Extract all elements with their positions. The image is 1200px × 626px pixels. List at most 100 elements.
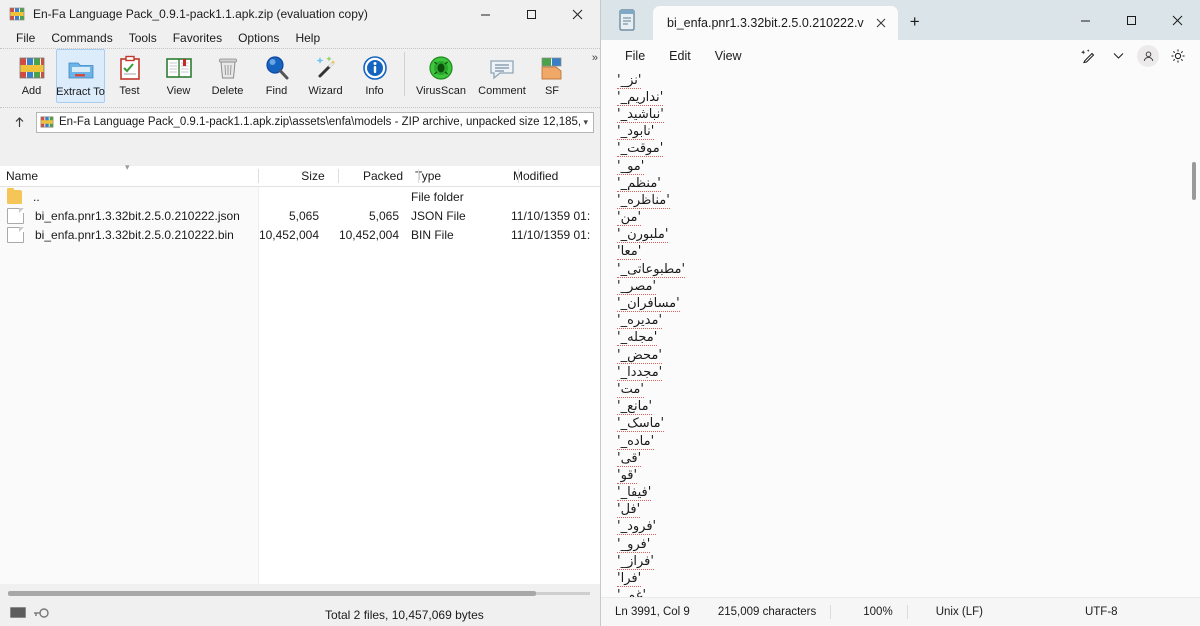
toolbar-wizard-button[interactable]: Wizard	[301, 49, 350, 103]
horizontal-scrollbar[interactable]	[8, 588, 590, 599]
close-icon[interactable]	[868, 11, 894, 35]
zoom-level[interactable]: 100%	[831, 606, 906, 618]
settings-gear-icon[interactable]	[1164, 43, 1192, 69]
toolbar-separator	[404, 52, 405, 96]
column-divider[interactable]	[518, 169, 519, 183]
sort-indicator-icon: ▾	[125, 162, 130, 173]
editor-line: '_مجله'	[601, 330, 1200, 347]
column-divider[interactable]	[418, 169, 419, 183]
copilot-icon[interactable]	[1074, 43, 1102, 69]
toolbar-overflow-chevron[interactable]: »	[592, 52, 598, 64]
winrar-window: En-Fa Language Pack_0.9.1-pack1.1.apk.zi…	[0, 0, 601, 626]
menu-view[interactable]: View	[703, 45, 754, 67]
column-header-modified[interactable]: Modified	[507, 169, 600, 183]
test-clipboard-icon	[115, 53, 145, 83]
table-row[interactable]: .. File folder	[0, 187, 600, 206]
row-type: BIN File	[405, 228, 505, 242]
view-book-icon	[164, 53, 194, 83]
toolbar-info-button[interactable]: Info	[350, 49, 399, 103]
toolbar-extractto-button[interactable]: Extract To	[56, 49, 105, 103]
row-size: 5,065	[245, 209, 325, 223]
editor-line: '_مدیره'	[601, 313, 1200, 330]
close-icon[interactable]	[554, 0, 600, 28]
encoding[interactable]: UTF-8	[997, 606, 1132, 618]
table-row[interactable]: bi_enfa.pnr1.3.32bit.2.5.0.210222.json 5…	[0, 206, 600, 225]
account-icon[interactable]	[1134, 43, 1162, 69]
scrollbar-thumb[interactable]	[8, 591, 536, 596]
toolbar-delete-button[interactable]: Delete	[203, 49, 252, 103]
menu-favorites[interactable]: Favorites	[165, 31, 230, 45]
toolbar-sfx-button[interactable]: SF	[532, 49, 572, 103]
menu-tools[interactable]: Tools	[121, 31, 165, 45]
winrar-window-controls	[462, 0, 600, 28]
find-magnifier-icon	[262, 53, 292, 83]
close-icon[interactable]	[1154, 0, 1200, 40]
column-header-size[interactable]: Size	[252, 169, 330, 183]
toolbar-test-button[interactable]: Test	[105, 49, 154, 103]
column-divider[interactable]	[338, 169, 339, 183]
toolbar-comment-button[interactable]: Comment	[472, 49, 532, 103]
toolbar-test-label: Test	[119, 85, 139, 97]
menu-options[interactable]: Options	[230, 31, 287, 45]
menu-file[interactable]: File	[8, 31, 43, 45]
address-path-text: En-Fa Language Pack_0.9.1-pack1.1.apk.zi…	[59, 116, 580, 128]
notepad-window: bi_enfa.pnr1.3.32bit.2.5.0.210222.v + Fi…	[601, 0, 1200, 626]
row-packed: 10,452,004	[325, 228, 405, 242]
cursor-position[interactable]: Ln 3991, Col 9	[601, 606, 704, 618]
menu-commands[interactable]: Commands	[43, 31, 120, 45]
file-list-header: Name Size Packed Type Modified ▾	[0, 166, 600, 187]
notepad-statusbar: Ln 3991, Col 9 215,009 characters 100% U…	[601, 597, 1200, 626]
toolbar-virusscan-label: VirusScan	[416, 85, 466, 97]
editor-line: '_مسافران'	[601, 295, 1200, 312]
chevron-down-icon[interactable]	[1104, 43, 1132, 69]
column-header-type[interactable]: Type	[409, 169, 507, 183]
toolbar-virusscan-button[interactable]: VirusScan	[410, 49, 472, 103]
text-editor-area[interactable]: '_نز' '_نداریم' '_نباشید' '_نابود' '_موق…	[601, 72, 1200, 598]
editor-line: '_مو'	[601, 158, 1200, 175]
row-type: File folder	[405, 190, 505, 204]
toolbar-add-button[interactable]: Add	[7, 49, 56, 103]
key-icon	[33, 606, 49, 618]
editor-line: '_مجددا'	[601, 364, 1200, 381]
editor-tab[interactable]: bi_enfa.pnr1.3.32bit.2.5.0.210222.v	[653, 6, 898, 40]
menu-file[interactable]: File	[613, 45, 657, 67]
minimize-icon[interactable]	[1062, 0, 1108, 40]
extract-folder-icon	[66, 54, 96, 84]
toolbar-comment-label: Comment	[478, 85, 526, 97]
new-tab-button[interactable]: +	[898, 5, 932, 39]
character-count: 215,009 characters	[704, 606, 830, 618]
editor-line: '_نز'	[601, 72, 1200, 89]
maximize-icon[interactable]	[1108, 0, 1154, 40]
maximize-icon[interactable]	[508, 0, 554, 28]
column-divider[interactable]	[258, 169, 259, 183]
tab-label: bi_enfa.pnr1.3.32bit.2.5.0.210222.v	[667, 16, 864, 30]
editor-line: '_منظم'	[601, 175, 1200, 192]
editor-line: '_ملبورن'	[601, 227, 1200, 244]
toolbar-view-button[interactable]: View	[154, 49, 203, 103]
editor-line: '_نباشید'	[601, 106, 1200, 123]
line-endings[interactable]: Unix (LF)	[908, 606, 997, 618]
sfx-icon	[537, 53, 567, 83]
menu-help[interactable]: Help	[287, 31, 328, 45]
winrar-file-list: Name Size Packed Type Modified ▾ .. File…	[0, 166, 600, 584]
row-size: 10,452,004	[245, 228, 325, 242]
toolbar-view-label: View	[167, 85, 191, 97]
minimize-icon[interactable]	[462, 0, 508, 28]
editor-line: '_نداریم'	[601, 89, 1200, 106]
address-input[interactable]: En-Fa Language Pack_0.9.1-pack1.1.apk.zi…	[36, 112, 594, 133]
rar-archive-icon	[9, 6, 25, 22]
row-modified: 11/10/1359 01:	[505, 209, 600, 223]
winrar-menubar: File Commands Tools Favorites Options He…	[0, 28, 600, 48]
up-arrow-icon[interactable]	[6, 111, 32, 133]
toolbar-find-button[interactable]: Find	[252, 49, 301, 103]
vertical-scrollbar-thumb[interactable]	[1192, 162, 1196, 200]
table-row[interactable]: bi_enfa.pnr1.3.32bit.2.5.0.210222.bin 10…	[0, 225, 600, 244]
column-header-packed[interactable]: Packed	[331, 169, 409, 183]
notepad-menubar: File Edit View	[601, 40, 1200, 72]
delete-trash-icon	[213, 53, 243, 83]
winrar-statusbar: Total 2 files, 10,457,069 bytes	[0, 584, 600, 626]
row-name: bi_enfa.pnr1.3.32bit.2.5.0.210222.bin	[29, 228, 245, 242]
editor-line: '_موقت'	[601, 141, 1200, 158]
chevron-down-icon[interactable]: ▾	[580, 117, 591, 128]
menu-edit[interactable]: Edit	[657, 45, 703, 67]
